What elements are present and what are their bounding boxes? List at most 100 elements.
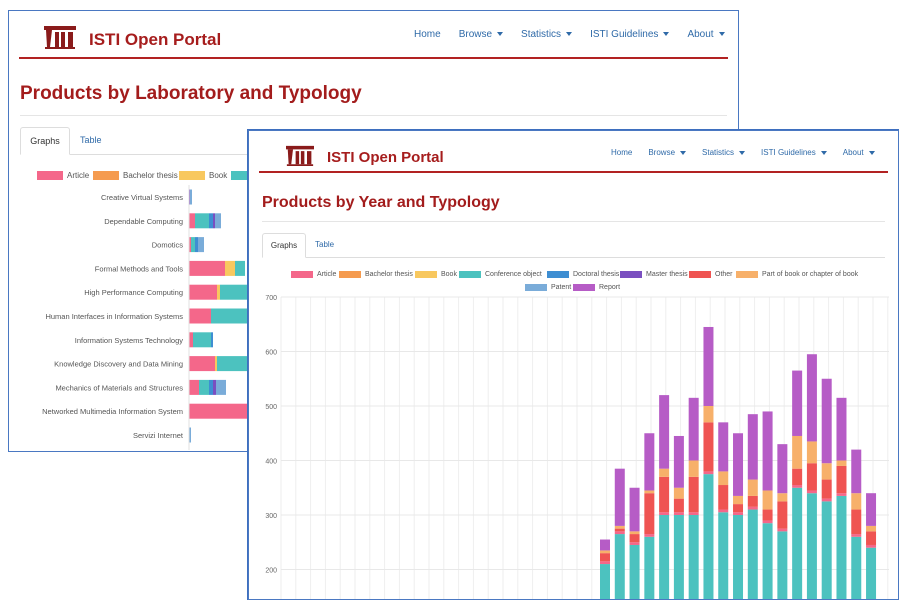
year-bar-segment[interactable] bbox=[703, 474, 714, 600]
year-bar-segment[interactable] bbox=[866, 493, 877, 526]
year-bar-segment[interactable] bbox=[688, 515, 699, 600]
year-bar-segment[interactable] bbox=[747, 495, 758, 507]
year-bar-segment[interactable] bbox=[644, 534, 655, 537]
year-bar-segment[interactable] bbox=[777, 528, 788, 532]
lab-bar-segment[interactable] bbox=[209, 213, 213, 229]
year-bar-segment[interactable] bbox=[629, 487, 640, 532]
lab-bar-segment[interactable] bbox=[217, 284, 220, 300]
year-bar-segment[interactable] bbox=[866, 525, 877, 532]
year-bar-segment[interactable] bbox=[806, 493, 817, 600]
year-bar-segment[interactable] bbox=[659, 476, 670, 513]
legend-item[interactable]: Book bbox=[415, 271, 457, 278]
year-bar-segment[interactable] bbox=[836, 397, 847, 461]
year-bar-segment[interactable] bbox=[718, 422, 729, 472]
legend-item[interactable]: Part of book or chapter of book bbox=[736, 271, 858, 278]
nav-about[interactable]: About bbox=[687, 29, 725, 40]
year-bar-segment[interactable] bbox=[673, 512, 684, 515]
year-bar-segment[interactable] bbox=[600, 553, 610, 562]
year-bar-segment[interactable] bbox=[673, 515, 684, 600]
year-bar-segment[interactable] bbox=[792, 468, 803, 486]
brand[interactable]: ISTI Open Portal bbox=[43, 25, 221, 54]
year-bar-segment[interactable] bbox=[600, 550, 610, 554]
year-bar-segment[interactable] bbox=[673, 435, 684, 488]
year-bar-segment[interactable] bbox=[733, 512, 744, 515]
year-bar-segment[interactable] bbox=[600, 539, 610, 551]
year-bar-segment[interactable] bbox=[644, 433, 655, 491]
year-bar-segment[interactable] bbox=[747, 414, 758, 480]
tab-graphs[interactable]: Graphs bbox=[262, 233, 306, 258]
year-bar-segment[interactable] bbox=[659, 395, 670, 469]
year-bar-segment[interactable] bbox=[733, 495, 744, 505]
year-bar-segment[interactable] bbox=[600, 564, 610, 600]
legend-item[interactable]: Bachelor thesis bbox=[93, 171, 178, 180]
legend-item[interactable]: Book bbox=[179, 171, 227, 180]
year-bar-segment[interactable] bbox=[718, 512, 729, 600]
year-bar-segment[interactable] bbox=[836, 465, 847, 494]
year-bar-segment[interactable] bbox=[762, 520, 773, 524]
nav-statistics[interactable]: Statistics bbox=[702, 148, 746, 157]
lab-bar-segment[interactable] bbox=[215, 213, 221, 229]
lab-bar-segment[interactable] bbox=[199, 379, 209, 395]
lab-bar-segment[interactable] bbox=[189, 356, 215, 372]
lab-bar-segment[interactable] bbox=[195, 237, 198, 253]
nav-about[interactable]: About bbox=[843, 148, 875, 157]
year-bar-segment[interactable] bbox=[703, 326, 714, 406]
lab-bar-segment[interactable] bbox=[190, 189, 192, 205]
year-bar-segment[interactable] bbox=[866, 547, 877, 600]
legend-item[interactable]: Patent bbox=[525, 284, 571, 291]
year-bar-segment[interactable] bbox=[747, 506, 758, 510]
lab-bar-segment[interactable] bbox=[216, 379, 226, 395]
year-bar-segment[interactable] bbox=[821, 463, 832, 480]
year-bar-segment[interactable] bbox=[821, 501, 832, 600]
tab-table[interactable]: Table bbox=[80, 127, 102, 153]
year-bar-segment[interactable] bbox=[718, 471, 729, 486]
year-bar-segment[interactable] bbox=[851, 509, 862, 535]
year-bar-segment[interactable] bbox=[792, 487, 803, 600]
tab-table[interactable]: Table bbox=[315, 233, 334, 256]
lab-bar-segment[interactable] bbox=[211, 332, 213, 348]
year-bar-segment[interactable] bbox=[792, 370, 803, 436]
year-bar-segment[interactable] bbox=[762, 490, 773, 510]
lab-bar-segment[interactable] bbox=[235, 260, 245, 276]
tab-graphs[interactable]: Graphs bbox=[20, 127, 70, 155]
nav-browse[interactable]: Browse bbox=[648, 148, 687, 157]
year-bar-segment[interactable] bbox=[762, 523, 773, 600]
legend-item[interactable]: Other bbox=[689, 271, 733, 278]
year-bar-segment[interactable] bbox=[673, 487, 684, 499]
nav-guidelines[interactable]: ISTI Guidelines bbox=[761, 148, 827, 157]
lab-bar-segment[interactable] bbox=[193, 332, 211, 348]
year-bar-segment[interactable] bbox=[629, 534, 640, 543]
lab-bar-segment[interactable] bbox=[189, 260, 225, 276]
nav-home[interactable]: Home bbox=[611, 148, 632, 157]
year-bar-segment[interactable] bbox=[688, 476, 699, 513]
year-bar-segment[interactable] bbox=[866, 544, 877, 548]
year-bar-segment[interactable] bbox=[659, 512, 670, 515]
year-bar-segment[interactable] bbox=[806, 463, 817, 491]
legend-item[interactable]: Bachelor thesis bbox=[339, 271, 413, 278]
lab-bar-segment[interactable] bbox=[191, 237, 195, 253]
year-bar-segment[interactable] bbox=[733, 433, 744, 496]
year-bar-segment[interactable] bbox=[792, 485, 803, 488]
year-bar-segment[interactable] bbox=[851, 493, 862, 510]
year-bar-segment[interactable] bbox=[703, 471, 714, 475]
lab-bar-segment[interactable] bbox=[195, 213, 209, 229]
year-bar-segment[interactable] bbox=[703, 406, 714, 423]
year-bar-segment[interactable] bbox=[762, 509, 773, 521]
year-bar-segment[interactable] bbox=[673, 498, 684, 513]
lab-bar-segment[interactable] bbox=[213, 379, 216, 395]
lab-bar-segment[interactable] bbox=[189, 284, 217, 300]
legend-item[interactable]: Article bbox=[37, 171, 89, 180]
year-bar-segment[interactable] bbox=[644, 493, 655, 535]
year-bar-segment[interactable] bbox=[718, 485, 729, 510]
lab-bar-segment[interactable] bbox=[189, 332, 193, 348]
nav-statistics[interactable]: Statistics bbox=[521, 29, 573, 40]
year-bar-segment[interactable] bbox=[777, 501, 788, 529]
year-bar-segment[interactable] bbox=[777, 444, 788, 494]
lab-bar-segment[interactable] bbox=[189, 308, 211, 324]
year-bar-segment[interactable] bbox=[614, 528, 625, 532]
year-bar-segment[interactable] bbox=[747, 479, 758, 496]
legend-item[interactable]: Doctoral thesis bbox=[547, 271, 619, 278]
year-bar-segment[interactable] bbox=[806, 354, 817, 442]
legend-item[interactable]: Conference object bbox=[459, 271, 542, 278]
year-bar-segment[interactable] bbox=[659, 468, 670, 477]
